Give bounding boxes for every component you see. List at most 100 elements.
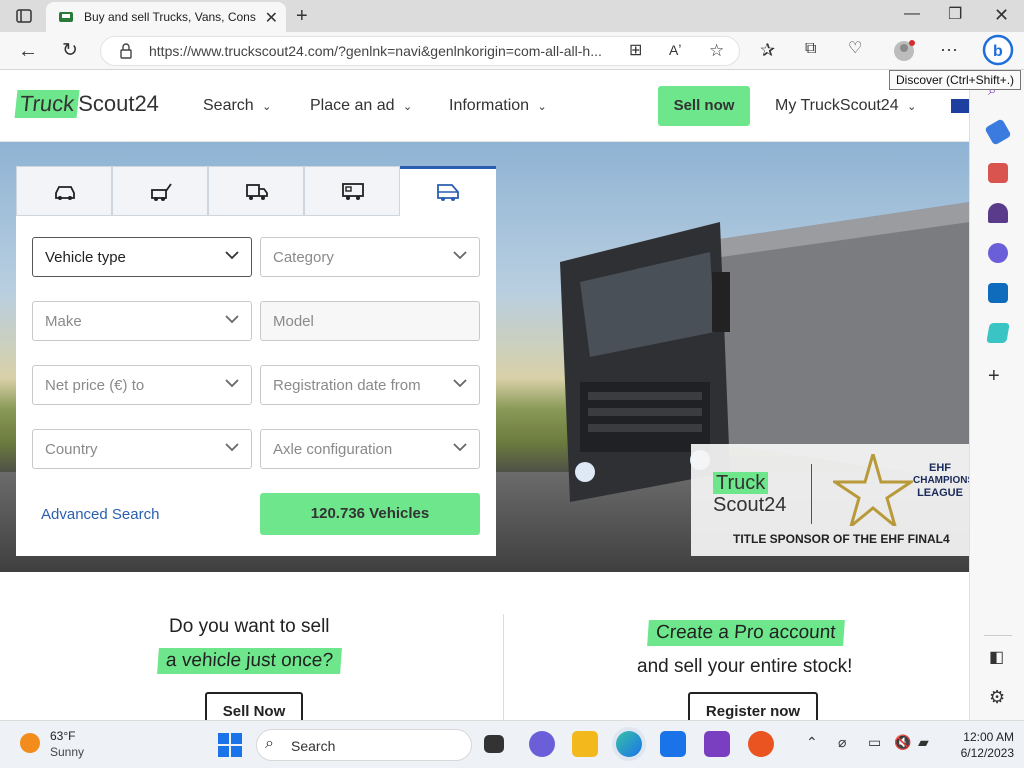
tab-actions-icon[interactable] [16,8,32,28]
vehicle-type-select[interactable]: Vehicle type [32,237,252,277]
outlook-icon[interactable] [988,283,1008,303]
registration-date-label: Registration date from [273,377,421,394]
add-sidebar-app-icon[interactable]: + [988,366,1000,386]
sidebar-settings-icon[interactable]: ⚙ [989,688,1005,706]
logo-scout-text: Scout24 [78,91,159,116]
promo-left-highlight: a vehicle just once? [157,648,342,674]
truckscout24-logo[interactable]: Truck Scout24 [14,90,159,122]
tab-van[interactable] [400,166,496,216]
browser-tab-active[interactable]: Buy and sell Trucks, Vans, Constr ✕ [46,2,286,32]
chevron-down-icon [225,379,239,388]
start-windows-icon[interactable] [218,733,242,757]
show-hidden-icons-icon[interactable]: ⌃ [806,735,818,749]
chevron-down-icon [225,251,239,260]
back-icon[interactable]: ← [18,41,38,61]
net-price-select[interactable]: Net price (€) to [32,365,252,405]
browser-essentials-icon[interactable]: ♡ [848,41,862,57]
favorite-star-icon[interactable]: ☆ [709,42,724,59]
read-aloud-icon[interactable]: Aʼ [669,43,681,57]
battery-icon[interactable]: ▰ [918,735,929,749]
shopping-tag-icon[interactable] [984,118,1012,146]
chevron-down-icon [453,251,467,260]
nav-information[interactable]: Information ⌄ [449,97,547,115]
make-label: Make [45,313,82,330]
drop-send-icon[interactable] [986,323,1010,343]
browser-tab-bar: Buy and sell Trucks, Vans, Constr ✕ + — … [0,0,1024,32]
show-vehicles-button[interactable]: 120.736 Vehicles [260,493,480,535]
network-icon[interactable]: ⌀ [838,735,846,749]
sell-now-button[interactable]: Sell now [658,86,750,126]
registration-date-select[interactable]: Registration date from [260,365,480,405]
new-tab-icon[interactable]: + [296,6,308,26]
chevron-down-icon: ⌄ [537,101,547,113]
chevron-down-icon: ⌄ [402,101,413,113]
favorites-icon[interactable]: ✰ [760,41,775,59]
sidebar-separator [984,635,1012,636]
site-header: Truck Scout24 Search ⌄ Place an ad ⌄ Info… [0,70,969,142]
display-icon[interactable]: ▭ [868,735,881,749]
volume-muted-icon[interactable]: 🔇 [894,735,911,749]
tab-trailer[interactable] [304,166,400,216]
sponsor-logo-truck: Truck [713,472,769,494]
vehicle-search-panel: Vehicle type Category Make Model Net pri… [16,166,496,556]
games-chess-icon[interactable] [988,203,1008,223]
nav-search[interactable]: Search ⌄ [203,97,271,115]
url-field[interactable]: https://www.truckscout24.com/?genlnk=nav… [100,36,740,66]
bing-discover-icon[interactable]: b [982,34,1014,70]
nav-place-ad[interactable]: Place an ad ⌄ [310,97,412,115]
tab-car[interactable] [16,166,112,216]
teams-chat-icon[interactable] [529,731,555,757]
category-select[interactable]: Category [260,237,480,277]
nav-my-account[interactable]: My TruckScout24 ⌄ [775,97,916,115]
tools-briefcase-icon[interactable] [988,163,1008,183]
microsoft-365-icon[interactable] [988,243,1008,263]
ubuntu-icon[interactable] [748,731,774,757]
windows-taskbar: 63°F Sunny ⌕ Search ⌃ ⌀ ▭ 🔇 ▰ 12:00 AM 6… [0,720,1024,768]
taskbar-search[interactable]: ⌕ Search [256,729,472,761]
visual-studio-icon[interactable] [704,731,730,757]
split-screen-icon[interactable]: ◧ [989,650,1004,666]
tab-construction[interactable] [112,166,208,216]
nav-information-label: Information [449,97,530,114]
clock-date: 6/12/2023 [960,746,1014,760]
promo-right-highlight: Create a Pro account [647,620,845,646]
tab-truck[interactable] [208,166,304,216]
axle-configuration-label: Axle configuration [273,441,393,458]
trailer-icon [342,183,364,200]
url-text: https://www.truckscout24.com/?genlnk=nav… [149,43,602,59]
ehf-star-icon [833,454,913,526]
task-view-icon[interactable] [484,735,504,753]
axle-configuration-select[interactable]: Axle configuration [260,429,480,469]
weather-widget[interactable]: 63°F Sunny [20,729,100,761]
promo-right-line2: and sell your entire stock! [637,656,853,677]
maximize-icon[interactable]: ❐ [948,7,962,23]
edge-browser-icon[interactable] [616,731,642,757]
league-text: LEAGUE [917,487,963,499]
collections-icon[interactable]: ⧉ [805,41,816,57]
apps-icon[interactable]: ⊞ [629,43,642,59]
edge-sidebar: ⌕ + ◧ ⚙ [969,70,1024,720]
chevron-down-icon [225,315,239,324]
profile-avatar[interactable] [893,40,915,66]
tab-title: Buy and sell Trucks, Vans, Constr [84,10,256,24]
advanced-search-link[interactable]: Advanced Search [41,506,159,523]
clock[interactable]: 12:00 AM 6/12/2023 [946,729,1014,761]
file-explorer-icon[interactable] [572,731,598,757]
more-options-icon[interactable]: ··· [940,40,958,58]
minimize-icon[interactable]: — [904,6,920,22]
country-select[interactable]: Country [32,429,252,469]
car-icon [55,186,75,200]
chevron-down-icon [453,443,467,452]
microsoft-store-icon[interactable] [660,731,686,757]
refresh-icon[interactable]: ↻ [62,41,78,60]
lock-icon[interactable] [119,43,133,61]
discover-tooltip: Discover (Ctrl+Shift+.) [889,70,1022,90]
eu-flag-icon[interactable] [951,99,969,113]
model-input[interactable]: Model [260,301,480,341]
ehf-sponsor-banner[interactable]: Truck Scout24 EHF CHAMPIONS LEAGUE TITLE… [691,444,969,556]
window-close-icon[interactable]: ✕ [994,6,1009,24]
sponsor-caption: TITLE SPONSOR OF THE EHF FINAL4 [733,532,950,546]
svg-text:b: b [993,43,1003,60]
make-select[interactable]: Make [32,301,252,341]
tab-close-icon[interactable]: ✕ [265,8,278,28]
